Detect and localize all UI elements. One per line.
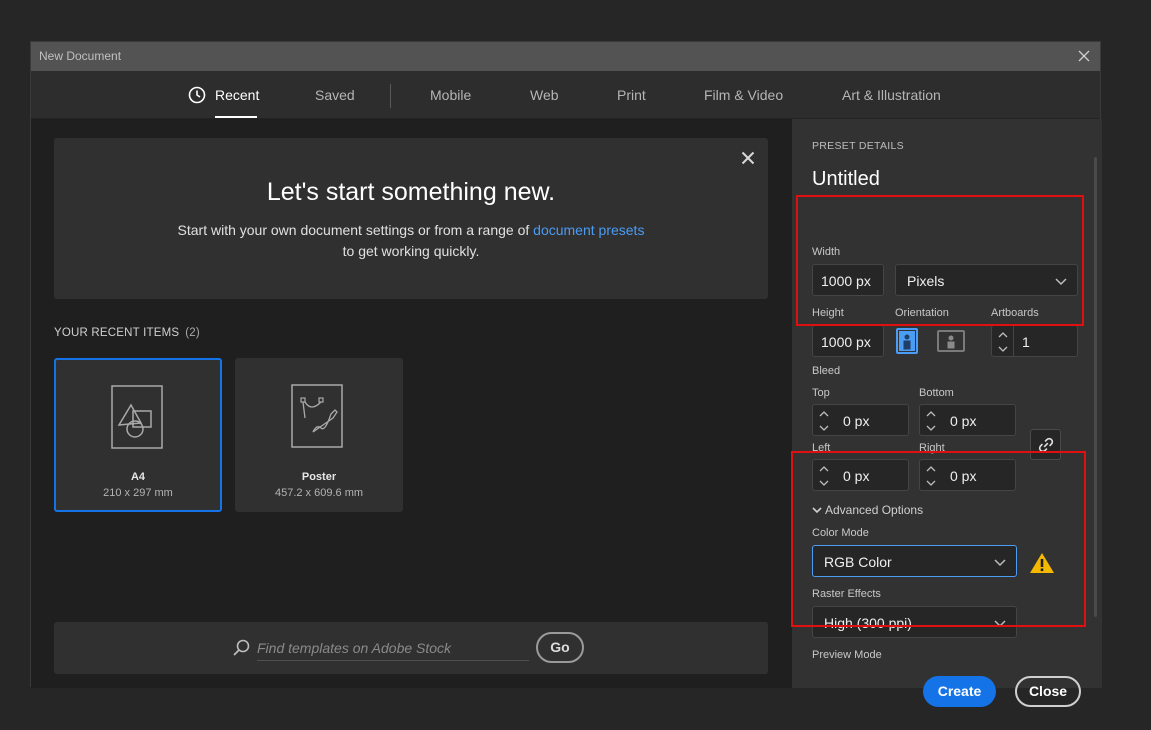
recent-items-count: (2) xyxy=(185,327,200,339)
tab-divider xyxy=(390,84,391,108)
stepper-arrows-icon[interactable] xyxy=(925,463,937,489)
preset-details-panel: PRESET DETAILS Untitled Width 1000 px Pi… xyxy=(792,119,1102,707)
stepper-arrows-icon[interactable] xyxy=(925,408,937,434)
tab-film-video[interactable]: Film & Video xyxy=(704,87,783,103)
link-icon xyxy=(1038,437,1054,453)
advanced-options-toggle[interactable]: Advanced Options xyxy=(812,503,923,517)
new-document-dialog: New Document Recent Saved Mobile Web Pri… xyxy=(30,41,1102,707)
document-name[interactable]: Untitled xyxy=(812,168,880,191)
landscape-icon xyxy=(947,335,955,349)
raster-effects-label: Raster Effects xyxy=(812,588,881,600)
units-value: Pixels xyxy=(907,273,945,289)
advanced-options-label: Advanced Options xyxy=(825,503,924,517)
portrait-button[interactable] xyxy=(896,328,918,354)
tab-print[interactable]: Print xyxy=(617,87,646,103)
close-button[interactable]: Close xyxy=(1015,676,1081,707)
welcome-banner: Let's start something new. Start with yo… xyxy=(54,138,768,299)
recent-item-a4[interactable]: A4 210 x 297 mm xyxy=(54,358,222,512)
recent-items-heading: YOUR RECENT ITEMS (2) xyxy=(54,327,200,339)
portrait-icon xyxy=(899,331,915,351)
stepper-arrows-icon[interactable] xyxy=(818,463,830,489)
bleed-top-label: Top xyxy=(812,387,830,399)
preset-details-heading: PRESET DETAILS xyxy=(812,140,904,152)
chevron-down-icon xyxy=(1055,278,1067,286)
recent-pane: Let's start something new. Start with yo… xyxy=(31,119,792,688)
title-bar: New Document xyxy=(31,42,1100,71)
height-label: Height xyxy=(812,307,844,319)
search-icon xyxy=(233,639,250,656)
document-presets-link[interactable]: document presets xyxy=(533,222,644,238)
bleed-top-field[interactable]: 0 px xyxy=(812,404,909,436)
bleed-right-field[interactable]: 0 px xyxy=(919,459,1016,491)
recent-item-size: 210 x 297 mm xyxy=(103,487,173,499)
recent-items-label: YOUR RECENT ITEMS xyxy=(54,327,180,339)
go-button[interactable]: Go xyxy=(536,632,584,663)
bleed-bottom-value: 0 px xyxy=(950,413,977,429)
panel-scrollbar[interactable] xyxy=(1094,157,1097,617)
bleed-right-value: 0 px xyxy=(950,468,977,484)
preview-mode-label: Preview Mode xyxy=(812,649,882,661)
recent-item-poster[interactable]: Poster 457.2 x 609.6 mm xyxy=(235,358,403,512)
bleed-bottom-field[interactable]: 0 px xyxy=(919,404,1016,436)
banner-close-icon[interactable] xyxy=(740,150,756,166)
clock-icon xyxy=(188,86,206,104)
bleed-label: Bleed xyxy=(812,365,841,377)
banner-subtitle: Start with your own document settings or… xyxy=(54,220,768,262)
width-field[interactable]: 1000 px xyxy=(812,264,884,296)
create-button[interactable]: Create xyxy=(923,676,996,707)
landscape-button[interactable] xyxy=(937,330,965,352)
recent-item-size: 457.2 x 609.6 mm xyxy=(274,487,364,499)
tab-mobile[interactable]: Mobile xyxy=(430,87,471,103)
stepper-divider xyxy=(1013,326,1014,356)
raster-effects-dropdown[interactable]: High (300 ppi) xyxy=(812,606,1017,638)
artboards-value: 1 xyxy=(1022,334,1030,350)
document-shapes-icon xyxy=(111,385,163,449)
height-value: 1000 px xyxy=(821,334,871,350)
raster-effects-value: High (300 ppi) xyxy=(824,615,912,631)
orientation-label: Orientation xyxy=(895,307,949,319)
bleed-left-label: Left xyxy=(812,442,831,454)
color-mode-label: Color Mode xyxy=(812,527,869,539)
bleed-left-value: 0 px xyxy=(843,468,870,484)
link-bleed-button[interactable] xyxy=(1030,429,1061,460)
preset-tab-bar: Recent Saved Mobile Web Print Film & Vid… xyxy=(31,71,1100,119)
tab-recent[interactable]: Recent xyxy=(215,87,259,103)
warning-icon[interactable] xyxy=(1029,551,1055,575)
window-close-icon[interactable] xyxy=(1076,48,1092,64)
document-pen-icon xyxy=(291,384,343,448)
color-mode-dropdown[interactable]: RGB Color xyxy=(812,545,1017,577)
recent-item-name: A4 xyxy=(130,471,146,483)
banner-subtitle-text-2: to get working quickly. xyxy=(342,243,480,259)
bleed-left-field[interactable]: 0 px xyxy=(812,459,909,491)
tab-saved[interactable]: Saved xyxy=(315,87,355,103)
window-title: New Document xyxy=(39,49,122,63)
chevron-down-icon xyxy=(994,559,1006,567)
color-mode-value: RGB Color xyxy=(824,554,892,570)
stepper-arrows-icon[interactable] xyxy=(818,408,830,434)
artboards-field[interactable]: 1 xyxy=(991,325,1078,357)
chevron-down-icon xyxy=(994,620,1006,628)
recent-item-name: Poster xyxy=(301,471,337,483)
banner-title: Let's start something new. xyxy=(266,178,556,206)
active-tab-indicator xyxy=(215,116,257,118)
height-field[interactable]: 1000 px xyxy=(812,325,884,357)
bleed-top-value: 0 px xyxy=(843,413,870,429)
stepper-arrows-icon[interactable] xyxy=(997,329,1009,355)
units-dropdown[interactable]: Pixels xyxy=(895,264,1078,296)
stock-search-input[interactable] xyxy=(257,635,529,661)
chevron-down-icon xyxy=(812,507,822,514)
artboards-label: Artboards xyxy=(991,307,1039,319)
width-value: 1000 px xyxy=(821,273,871,289)
tab-web[interactable]: Web xyxy=(530,87,559,103)
bleed-bottom-label: Bottom xyxy=(919,387,954,399)
banner-subtitle-text: Start with your own document settings or… xyxy=(177,222,534,238)
bleed-right-label: Right xyxy=(919,442,945,454)
tab-art-illustration[interactable]: Art & Illustration xyxy=(842,87,941,103)
width-label: Width xyxy=(812,246,841,258)
stock-search-panel: Go xyxy=(54,622,768,674)
